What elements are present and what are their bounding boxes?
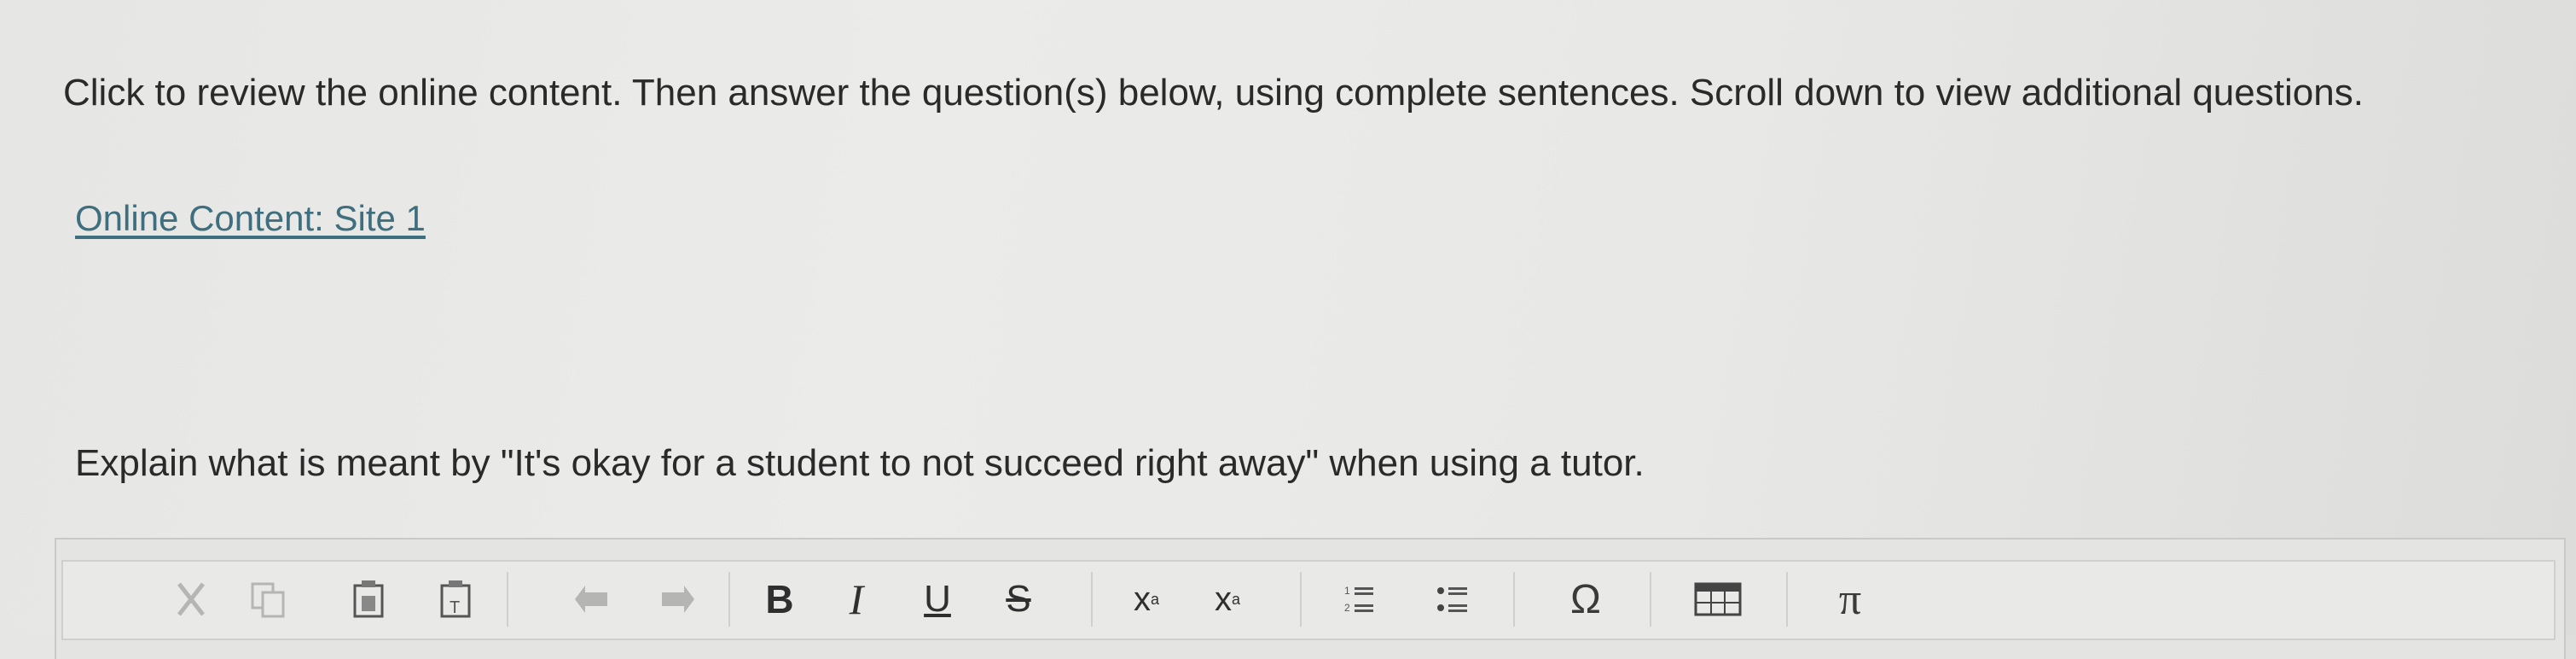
copy-icon[interactable] [234, 562, 302, 637]
special-character-button[interactable]: Ω [1547, 562, 1624, 637]
redo-icon[interactable] [643, 562, 711, 637]
superscript-mark: a [1231, 590, 1240, 608]
subscript-button[interactable]: xa [1108, 562, 1185, 637]
numbered-list-icon[interactable]: 12 [1326, 562, 1394, 637]
svg-text:T: T [450, 598, 460, 617]
subscript-base: x [1133, 580, 1151, 618]
italic-button[interactable]: I [822, 562, 891, 637]
paste-icon[interactable] [334, 562, 403, 637]
table-icon[interactable] [1675, 562, 1761, 637]
cut-icon[interactable] [157, 562, 225, 637]
question-text: Explain what is meant by "It's okay for … [75, 442, 1645, 484]
undo-icon[interactable] [558, 562, 626, 637]
bold-button[interactable]: B [746, 562, 814, 637]
math-equation-button[interactable]: π [1812, 562, 1888, 637]
superscript-base: x [1214, 580, 1232, 618]
instructions-text: Click to review the online content. Then… [63, 72, 2364, 114]
bulleted-list-icon[interactable] [1419, 562, 1488, 637]
answer-editor[interactable]: T B I U S xa xa 12 Ω π [55, 538, 2566, 659]
strikethrough-button[interactable]: S [984, 562, 1053, 637]
paste-text-icon[interactable]: T [421, 562, 490, 637]
subscript-mark: a [1150, 590, 1159, 608]
editor-toolbar: T B I U S xa xa 12 Ω π [61, 560, 2556, 640]
superscript-button[interactable]: xa [1189, 562, 1266, 637]
svg-text:1: 1 [1344, 585, 1350, 597]
underline-button[interactable]: U [903, 562, 972, 637]
online-content-link[interactable]: Online Content: Site 1 [75, 198, 426, 239]
svg-text:2: 2 [1344, 602, 1350, 614]
